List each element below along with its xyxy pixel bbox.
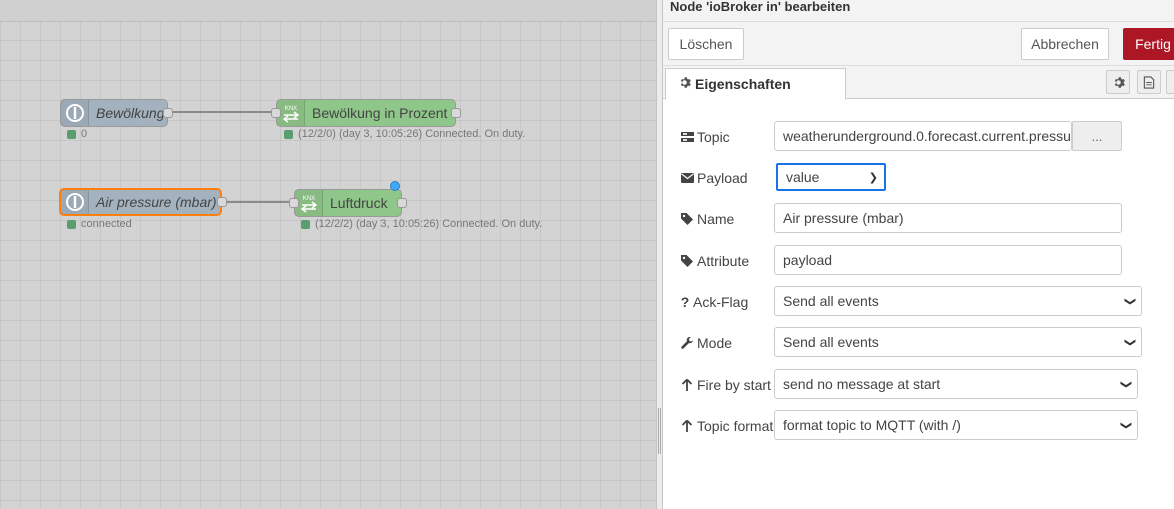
chevron-down-icon: ❯: [1123, 296, 1136, 306]
output-port[interactable]: [217, 197, 227, 207]
firebystart-row: Fire by start send no message at start ❯: [663, 369, 1174, 401]
changed-indicator-icon: [390, 181, 400, 191]
attribute-input[interactable]: payload: [774, 245, 1122, 275]
tasks-icon: [680, 131, 694, 143]
output-port[interactable]: [451, 108, 461, 118]
firebystart-select[interactable]: send no message at start ❯: [774, 369, 1138, 399]
input-port[interactable]: [289, 198, 299, 208]
done-button[interactable]: Fertig: [1123, 28, 1174, 60]
workspace-tab-bar: [0, 0, 656, 22]
svg-text:KNX: KNX: [284, 106, 296, 112]
svg-text:KNX: KNX: [302, 196, 314, 202]
knx-icon: KNX: [295, 190, 323, 216]
wrench-icon: [680, 336, 694, 350]
gear-icon: [1114, 76, 1125, 88]
input-port[interactable]: [271, 108, 281, 118]
arrow-up-icon: [680, 379, 694, 391]
topic-row: Topic weatherunderground.0.forecast.curr…: [663, 121, 1174, 153]
knx-icon: KNX: [277, 100, 305, 126]
topicformat-row: Topic format format topic to MQTT (with …: [663, 410, 1174, 442]
select-topic-button[interactable]: ...: [1072, 121, 1122, 151]
flow-node-air-pressure[interactable]: Air pressure (mbar): [59, 188, 227, 216]
node-status: (12/2/2) (day 3, 10:05:26) Connected. On…: [301, 218, 542, 230]
gear-icon: [678, 76, 691, 92]
status-dot-icon: [284, 129, 293, 139]
node-label: Luftdruck: [330, 195, 388, 211]
topic-label: Topic: [697, 129, 730, 145]
delete-button[interactable]: Löschen: [668, 28, 744, 60]
node-label: Bewölkung in Prozent: [312, 105, 448, 121]
arrow-up-icon: [680, 420, 694, 432]
flow-node-luftdruck[interactable]: KNX Luftdruck: [289, 189, 407, 217]
splitter-grip[interactable]: [658, 408, 661, 454]
mode-select[interactable]: Send all events ❯: [774, 327, 1142, 357]
chevron-down-icon: ❯: [1119, 420, 1132, 430]
name-label: Name: [697, 211, 735, 227]
payload-row: Payload value ❯: [663, 162, 1174, 194]
tab-properties[interactable]: Eigenschaften: [665, 68, 846, 100]
mode-row: Mode Send all events ❯: [663, 327, 1174, 359]
ackflag-select[interactable]: Send all events ❯: [774, 286, 1142, 316]
panel-splitter[interactable]: [656, 0, 663, 509]
flow-node-bewoelkung-in-prozent[interactable]: KNX Bewölkung in Prozent: [271, 99, 461, 127]
topicformat-select[interactable]: format topic to MQTT (with /) ❯: [774, 410, 1138, 440]
flow-node-bewoelkung[interactable]: Bewölkung: [60, 99, 173, 127]
node-status: 0: [67, 128, 87, 140]
payload-label: Payload: [697, 170, 748, 186]
panel-toolbar: Löschen Abbrechen Fertig: [663, 22, 1174, 66]
output-port[interactable]: [397, 198, 407, 208]
document-icon: [1143, 75, 1155, 89]
node-status: (12/2/0) (day 3, 10:05:26) Connected. On…: [284, 128, 525, 140]
description-button[interactable]: [1137, 70, 1161, 94]
chevron-down-icon: ❯: [1119, 379, 1132, 389]
topicformat-label: Topic format: [697, 418, 774, 434]
mode-label: Mode: [697, 335, 733, 351]
cancel-button[interactable]: Abbrechen: [1021, 28, 1109, 60]
ackflag-label: Ack-Flag: [693, 294, 749, 310]
envelope-icon: [680, 173, 694, 183]
iobroker-icon: [61, 190, 89, 214]
ackflag-row: ? Ack-Flag Send all events ❯: [663, 286, 1174, 318]
name-input[interactable]: Air pressure (mbar): [774, 203, 1122, 233]
name-row: Name Air pressure (mbar): [663, 203, 1174, 235]
attribute-row: Attribute payload: [663, 245, 1174, 277]
panel-title: Node 'ioBroker in' bearbeiten: [663, 0, 1174, 22]
topic-input[interactable]: weatherunderground.0.forecast.current.pr…: [774, 121, 1072, 151]
node-label: Air pressure (mbar): [96, 194, 217, 210]
output-port[interactable]: [163, 108, 173, 118]
iobroker-icon: [61, 100, 89, 126]
chevron-down-icon: ❯: [1123, 337, 1136, 347]
wire[interactable]: [225, 201, 295, 203]
tab-bar: Eigenschaften: [663, 66, 1174, 100]
firebystart-label: Fire by start: [697, 377, 771, 393]
settings-gear-button[interactable]: [1106, 70, 1130, 94]
appearance-button[interactable]: [1166, 70, 1174, 94]
attribute-label: Attribute: [697, 253, 750, 269]
flow-workspace[interactable]: Bewölkung 0 KNX Bewölkung in Prozent (12…: [0, 0, 656, 509]
status-dot-icon: [301, 219, 310, 229]
node-label: Bewölkung: [96, 105, 165, 121]
question-icon: ?: [680, 294, 690, 310]
tag-icon: [680, 213, 694, 225]
status-dot-icon: [67, 219, 76, 229]
node-status: connected: [67, 218, 132, 230]
status-dot-icon: [67, 129, 76, 139]
wire[interactable]: [171, 111, 277, 113]
payload-select[interactable]: value ❯: [776, 163, 886, 191]
edit-node-panel: Node 'ioBroker in' bearbeiten Löschen Ab…: [663, 0, 1174, 509]
chevron-down-icon: ❯: [868, 171, 878, 184]
tag-icon: [680, 255, 694, 267]
